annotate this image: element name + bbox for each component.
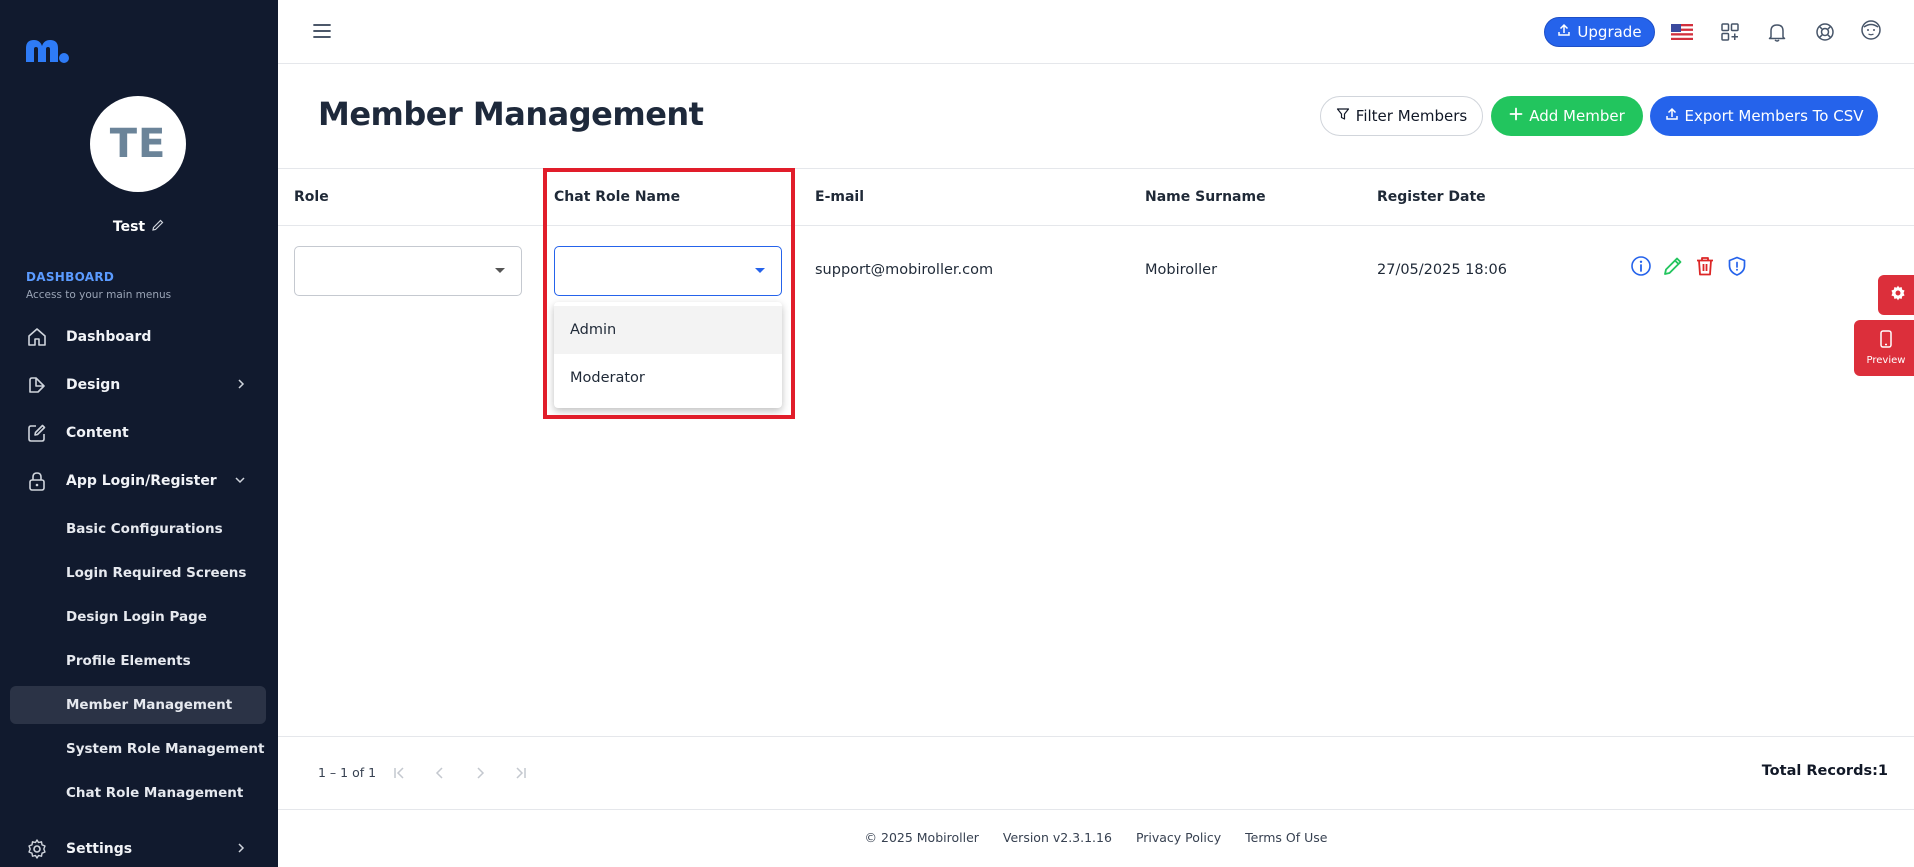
sidebar-item-label: Design Login Page [66,609,207,625]
sidebar-item-app-login[interactable]: App Login/Register [10,462,266,500]
export-members-label: Export Members To CSV [1684,107,1864,125]
upload-icon [1557,23,1571,41]
us-flag-icon[interactable] [1670,20,1694,44]
caret-down-icon [495,268,505,273]
sidebar-item-label: Member Management [66,697,233,713]
copyright-text: © 2025 Mobiroller [864,830,979,845]
name-cell: Mobiroller [1145,262,1218,278]
pagination: 1 – 1 of 1 Total Records:1 [278,736,1914,810]
sidebar-subitem-system-role-management[interactable]: System Role Management [10,730,266,768]
sidebar-item-content[interactable]: Content [10,414,266,452]
pagination-range: 1 – 1 of 1 [318,765,377,780]
export-members-csv-button[interactable]: Export Members To CSV [1650,96,1878,136]
section-subtitle: Access to your main menus [26,289,172,301]
mobile-phone-icon [1879,330,1893,351]
column-header-register-date[interactable]: Register Date [1377,189,1486,205]
avatar[interactable]: TE [90,96,186,192]
column-header-email[interactable]: E-mail [815,189,864,205]
delete-trash-icon[interactable] [1694,254,1716,278]
settings-float-button[interactable] [1878,275,1914,315]
filter-icon [1336,107,1350,125]
user-face-icon[interactable] [1859,18,1883,42]
upload-icon [1665,107,1679,125]
username-label: Test [112,219,146,235]
sidebar-item-label: App Login/Register [66,473,217,489]
next-page-icon[interactable] [470,763,490,783]
apps-add-icon[interactable] [1718,20,1742,44]
email-cell: support@mobiroller.com [815,262,994,278]
section-title: DASHBOARD [26,270,115,284]
plus-icon [1509,107,1523,125]
upgrade-button[interactable]: Upgrade [1544,17,1655,47]
total-records: Total Records:1 [1761,763,1888,779]
sidebar-item-label: Basic Configurations [66,521,223,537]
sidebar-item-label: Profile Elements [66,653,191,669]
topbar: Upgrade [278,0,1914,64]
version-text: Version v2.3.1.16 [1002,830,1112,845]
table-header: Role Chat Role Name E-mail Name Surname … [278,168,1914,226]
bell-icon[interactable] [1765,20,1789,44]
menu-icon[interactable] [312,22,332,44]
sidebar-item-label: Chat Role Management [66,785,244,801]
sidebar-item-label: Login Required Screens [66,565,247,581]
column-header-name-surname[interactable]: Name Surname [1145,189,1266,205]
filter-members-label: Filter Members [1355,107,1468,125]
edit-pencil-icon[interactable] [1662,254,1684,278]
first-page-icon[interactable] [390,763,410,783]
lock-icon [26,470,48,492]
last-page-icon[interactable] [510,763,530,783]
chevron-down-icon [234,473,246,491]
sidebar-item-dashboard[interactable]: Dashboard [10,318,266,356]
chevron-right-icon [236,841,246,859]
sidebar-item-label: Content [66,425,129,441]
edit-icon [26,422,48,444]
filter-members-button[interactable]: Filter Members [1320,96,1483,136]
sidebar-item-label: System Role Management [66,741,265,757]
highlight-box [543,168,795,419]
register-date-cell: 27/05/2025 18:06 [1377,262,1507,278]
info-icon[interactable] [1630,254,1652,278]
sidebar-subitem-design-login-page[interactable]: Design Login Page [10,598,266,636]
preview-button[interactable]: Preview [1854,320,1914,376]
role-select[interactable] [294,246,522,296]
pencil-icon[interactable] [151,218,165,236]
preview-label: Preview [1866,355,1906,366]
username[interactable]: Test [0,218,278,236]
page-title: Member Management [318,95,704,133]
help-lifebuoy-icon[interactable] [1813,20,1837,44]
shield-icon[interactable] [1726,254,1748,278]
sidebar-subitem-chat-role-management[interactable]: Chat Role Management [10,774,266,812]
sidebar-subitem-login-required-screens[interactable]: Login Required Screens [10,554,266,592]
terms-of-use-link[interactable]: Terms Of Use [1245,830,1327,845]
home-icon [26,326,48,348]
add-member-button[interactable]: Add Member [1491,96,1643,136]
design-icon [26,374,48,396]
chevron-right-icon [236,377,246,395]
row-actions [1630,254,1748,278]
gear-icon [1889,284,1907,306]
gear-icon [26,838,48,860]
sidebar: TE Test DASHBOARD Access to your main me… [0,0,278,867]
add-member-label: Add Member [1529,107,1625,125]
sidebar-item-settings[interactable]: Settings [10,830,266,867]
sidebar-item-label: Design [66,377,121,393]
privacy-policy-link[interactable]: Privacy Policy [1136,830,1221,845]
column-header-role[interactable]: Role [294,189,329,205]
sidebar-subitem-basic-configurations[interactable]: Basic Configurations [10,510,266,548]
mobiroller-logo-icon[interactable] [24,36,70,70]
sidebar-item-label: Dashboard [66,329,152,345]
footer: © 2025 Mobiroller Version v2.3.1.16 Priv… [278,830,1914,845]
sidebar-subitem-member-management[interactable]: Member Management [10,686,266,724]
previous-page-icon[interactable] [430,763,450,783]
sidebar-item-label: Settings [66,841,133,857]
sidebar-subitem-profile-elements[interactable]: Profile Elements [10,642,266,680]
sidebar-item-design[interactable]: Design [10,366,266,404]
upgrade-label: Upgrade [1577,23,1642,41]
